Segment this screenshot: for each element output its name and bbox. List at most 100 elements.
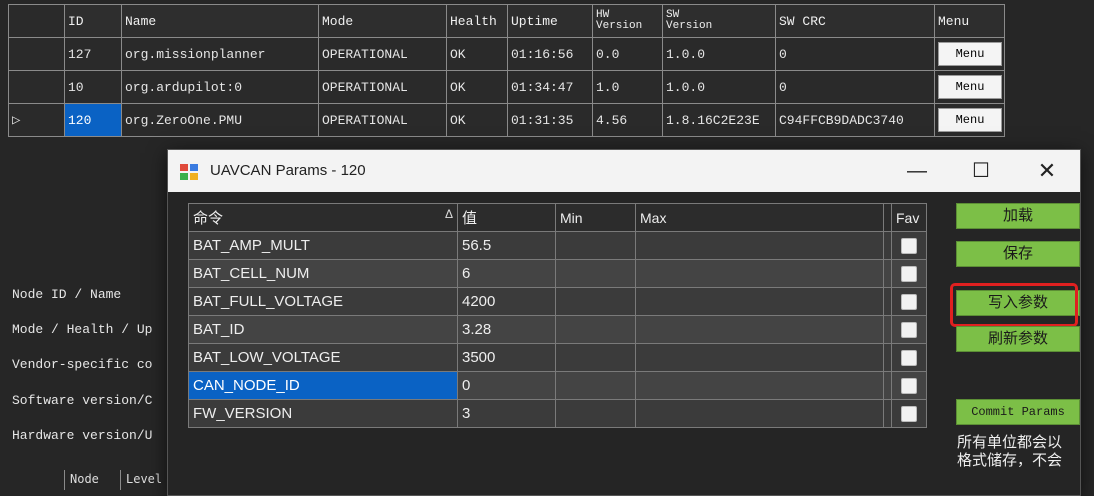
- row-header[interactable]: [8, 37, 65, 71]
- close-icon[interactable]: ✕: [1024, 150, 1070, 192]
- node-table-header: ID Name Mode Health Uptime HW Version SW V…: [8, 4, 1005, 38]
- menu-button[interactable]: Menu: [938, 42, 1002, 66]
- col-max[interactable]: Max: [635, 203, 884, 232]
- refresh-params-button[interactable]: 刷新参数: [956, 326, 1080, 352]
- menu-button[interactable]: Menu: [938, 108, 1002, 132]
- uavcan-params-dialog: UAVCAN Params - 120 — ☐ ✕ 命令 Δ 值 Min Max …: [167, 149, 1081, 496]
- divider: [64, 470, 65, 490]
- col-command-label: 命令: [193, 210, 224, 227]
- param-row[interactable]: FW_VERSION 3: [188, 399, 927, 428]
- param-min: [555, 315, 636, 344]
- app-icon: [180, 164, 198, 180]
- param-name[interactable]: BAT_FULL_VOLTAGE: [188, 287, 458, 316]
- param-value[interactable]: 6: [457, 259, 556, 288]
- table-row-selected[interactable]: ▷ 120 org.ZeroOne.PMU OPERATIONAL OK 01:…: [8, 103, 1005, 137]
- param-name[interactable]: BAT_CELL_NUM: [188, 259, 458, 288]
- row-header[interactable]: ▷: [8, 103, 65, 137]
- param-min: [555, 343, 636, 372]
- param-value[interactable]: 3500: [457, 343, 556, 372]
- storage-note-line2: 格式储存，不会: [957, 452, 1063, 469]
- param-value[interactable]: 0: [457, 371, 556, 400]
- fav-checkbox[interactable]: [901, 322, 917, 339]
- col-level[interactable]: Level: [126, 472, 162, 486]
- param-row[interactable]: BAT_AMP_MULT 56.5: [188, 231, 927, 260]
- node-health: OK: [446, 37, 508, 71]
- param-max: [635, 231, 884, 260]
- table-row[interactable]: 10 org.ardupilot:0 OPERATIONAL OK 01:34:…: [8, 70, 1005, 104]
- fav-checkbox[interactable]: [901, 378, 917, 395]
- load-button[interactable]: 加载: [956, 203, 1080, 229]
- col-name[interactable]: Name: [121, 4, 319, 38]
- param-name[interactable]: BAT_LOW_VOLTAGE: [188, 343, 458, 372]
- node-mode: OPERATIONAL: [318, 103, 447, 137]
- node-uptime: 01:31:35: [507, 103, 593, 137]
- node-sw-version: 1.0.0: [662, 37, 776, 71]
- write-params-button[interactable]: 写入参数: [956, 290, 1080, 316]
- col-health[interactable]: Health: [446, 4, 508, 38]
- node-health: OK: [446, 70, 508, 104]
- param-name[interactable]: BAT_AMP_MULT: [188, 231, 458, 260]
- col-value[interactable]: 值: [457, 203, 556, 232]
- col-fav[interactable]: Fav: [891, 203, 927, 232]
- param-row[interactable]: BAT_LOW_VOLTAGE 3500: [188, 343, 927, 372]
- menu-button[interactable]: Menu: [938, 75, 1002, 99]
- maximize-icon[interactable]: ☐: [958, 150, 1004, 192]
- param-min: [555, 287, 636, 316]
- fav-cell: [891, 287, 927, 316]
- node-sw-crc: 0: [775, 37, 935, 71]
- row-selector-icon: ▷: [12, 112, 21, 129]
- param-max: [635, 259, 884, 288]
- param-row[interactable]: BAT_CELL_NUM 6: [188, 259, 927, 288]
- param-value[interactable]: 3.28: [457, 315, 556, 344]
- node-hw-version: 4.56: [592, 103, 663, 137]
- minimize-icon[interactable]: —: [894, 150, 940, 192]
- fav-cell: [891, 343, 927, 372]
- node-name: org.missionplanner: [121, 37, 319, 71]
- param-name[interactable]: BAT_ID: [188, 315, 458, 344]
- param-row[interactable]: BAT_FULL_VOLTAGE 4200: [188, 287, 927, 316]
- param-value[interactable]: 56.5: [457, 231, 556, 260]
- col-sw-crc[interactable]: SW CRC: [775, 4, 935, 38]
- fav-checkbox[interactable]: [901, 294, 917, 311]
- node-id: 127: [64, 37, 122, 71]
- node-id: 120: [64, 103, 122, 137]
- menu-cell: Menu: [934, 70, 1005, 104]
- param-min: [555, 371, 636, 400]
- row-header[interactable]: [8, 70, 65, 104]
- param-divider: [883, 371, 892, 400]
- param-value[interactable]: 3: [457, 399, 556, 428]
- label-node-id-name: Node ID / Name: [12, 287, 122, 302]
- param-max: [635, 399, 884, 428]
- fav-checkbox[interactable]: [901, 350, 917, 367]
- param-value[interactable]: 4200: [457, 287, 556, 316]
- col-divider: [883, 203, 892, 232]
- col-sw-version-line2: Version: [666, 20, 713, 32]
- param-name[interactable]: CAN_NODE_ID: [188, 371, 458, 400]
- col-node[interactable]: Node: [70, 472, 99, 486]
- fav-checkbox[interactable]: [901, 266, 917, 283]
- storage-note-line1: 所有单位都会以: [957, 434, 1063, 451]
- param-row-selected[interactable]: CAN_NODE_ID 0: [188, 371, 927, 400]
- save-button[interactable]: 保存: [956, 241, 1080, 267]
- col-command[interactable]: 命令 Δ: [188, 203, 458, 232]
- col-mode[interactable]: Mode: [318, 4, 447, 38]
- param-name[interactable]: FW_VERSION: [188, 399, 458, 428]
- commit-params-button[interactable]: Commit Params: [956, 399, 1080, 425]
- dialog-titlebar[interactable]: UAVCAN Params - 120 — ☐ ✕: [168, 150, 1080, 192]
- fav-checkbox[interactable]: [901, 238, 917, 255]
- params-header: 命令 Δ 值 Min Max Fav: [188, 203, 927, 232]
- param-divider: [883, 315, 892, 344]
- param-max: [635, 371, 884, 400]
- param-row[interactable]: BAT_ID 3.28: [188, 315, 927, 344]
- col-id[interactable]: ID: [64, 4, 122, 38]
- col-menu[interactable]: Menu: [934, 4, 1005, 38]
- table-row[interactable]: 127 org.missionplanner OPERATIONAL OK 01…: [8, 37, 1005, 71]
- node-hw-version: 1.0: [592, 70, 663, 104]
- fav-checkbox[interactable]: [901, 406, 917, 423]
- col-sw-version[interactable]: SW Version: [662, 4, 776, 38]
- param-divider: [883, 259, 892, 288]
- col-min[interactable]: Min: [555, 203, 636, 232]
- col-uptime[interactable]: Uptime: [507, 4, 593, 38]
- node-uptime: 01:34:47: [507, 70, 593, 104]
- col-hw-version[interactable]: HW Version: [592, 4, 663, 38]
